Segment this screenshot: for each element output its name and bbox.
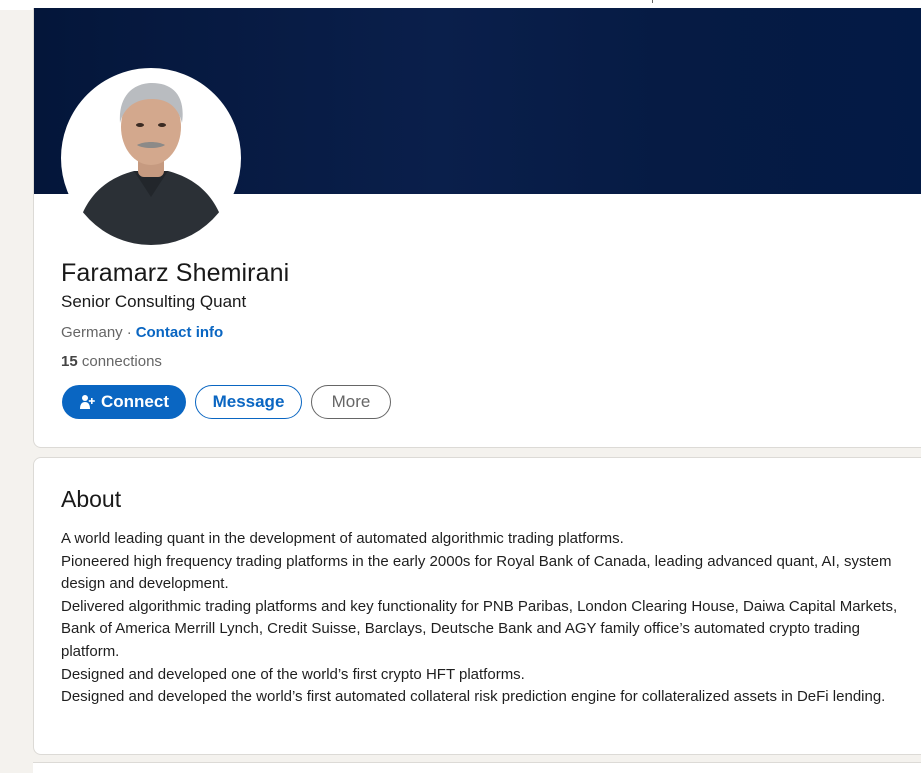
connect-label: Connect — [101, 392, 169, 411]
about-paragraph: Designed and developed one of the world’… — [61, 665, 525, 683]
connections-number: 15 — [61, 353, 78, 370]
add-person-icon — [79, 394, 95, 410]
more-button[interactable]: More — [311, 385, 391, 419]
about-paragraph: Pioneered high frequency trading platfor… — [61, 552, 892, 593]
connections-label: connections — [81, 353, 162, 370]
profile-card: Faramarz Shemirani Senior Consulting Qua… — [33, 8, 921, 448]
nav-divider — [652, 0, 661, 3]
about-card: About A world leading quant in the devel… — [33, 457, 921, 755]
about-paragraph: A world leading quant in the development… — [61, 530, 624, 547]
about-text: A world leading quant in the development… — [61, 528, 901, 709]
next-section-card — [33, 762, 921, 773]
contact-info-link[interactable]: Contact info — [136, 324, 224, 341]
connections-count[interactable]: 15 connections — [61, 353, 162, 370]
profile-photo[interactable] — [61, 68, 241, 248]
profile-location: Germany — [61, 324, 123, 341]
about-title: About — [61, 486, 122, 512]
profile-name: Faramarz Shemirani — [61, 259, 290, 287]
about-paragraph: Designed and developed the world’s first… — [61, 688, 886, 706]
separator-dot: · — [126, 324, 132, 341]
profile-headline: Senior Consulting Quant — [61, 292, 247, 311]
profile-location-line: Germany · Contact info — [61, 324, 223, 341]
avatar-portrait-icon — [64, 71, 238, 245]
connect-button[interactable]: Connect — [62, 385, 186, 419]
message-button[interactable]: Message — [195, 385, 302, 419]
about-paragraph: Delivered algorithmic trading platforms … — [61, 597, 898, 660]
